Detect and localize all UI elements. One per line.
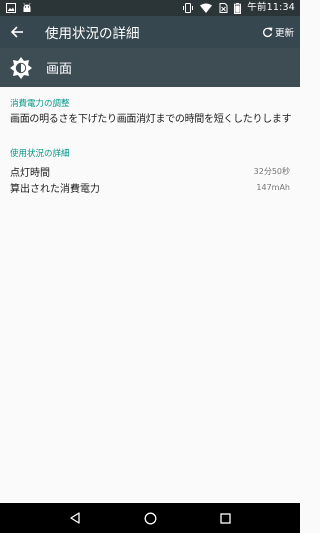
usage-row-label: 点灯時間 — [10, 167, 50, 179]
usage-heading: 使用状況の詳細 — [10, 149, 70, 159]
usage-row-value: 147mAh — [256, 182, 290, 192]
status-right-group: 午前11:34 — [182, 0, 295, 16]
arrow-back-icon — [10, 26, 23, 38]
status-bar: 午前11:34 — [0, 0, 300, 16]
app-bar: 使用状況の詳細 更新 — [0, 16, 300, 48]
content-area: 消費電力の調整 画面の明るさを下げたり画面消灯までの時間を短くしたりします 使用… — [0, 87, 300, 503]
refresh-icon — [263, 27, 273, 37]
header-title: 画面 — [46, 62, 73, 77]
status-left-group — [6, 0, 32, 16]
refresh-label: 更新 — [274, 28, 294, 39]
wifi-icon — [200, 3, 213, 13]
back-icon — [70, 512, 80, 524]
image-icon — [6, 3, 16, 13]
nav-back-button[interactable] — [55, 503, 95, 533]
status-clock: 午前11:34 — [247, 2, 295, 13]
no-sim-icon — [218, 3, 228, 13]
usage-row-power: 算出された消費電力 147mAh — [10, 180, 290, 195]
usage-row-on-time: 点灯時間 32分50秒 — [10, 164, 290, 179]
suggestion-item[interactable]: 画面の明るさを下げたり画面消灯までの時間を短くしたりします — [10, 110, 292, 125]
android-icon — [22, 3, 32, 13]
home-icon — [144, 512, 156, 524]
battery-icon — [234, 2, 242, 14]
navigation-bar — [0, 503, 300, 533]
brightness-icon — [10, 56, 32, 79]
back-button[interactable] — [3, 16, 31, 48]
usage-row-value: 32分50秒 — [253, 166, 290, 176]
screen-header: 画面 — [0, 48, 300, 87]
suggestion-heading: 消費電力の調整 — [10, 99, 70, 109]
nav-home-button[interactable] — [130, 503, 170, 533]
usage-row-label: 算出された消費電力 — [10, 183, 100, 195]
recents-icon — [219, 512, 231, 524]
refresh-button[interactable]: 更新 — [262, 25, 294, 39]
vibrate-icon — [182, 3, 194, 13]
page-title: 使用状況の詳細 — [45, 26, 140, 42]
nav-recents-button[interactable] — [205, 503, 245, 533]
